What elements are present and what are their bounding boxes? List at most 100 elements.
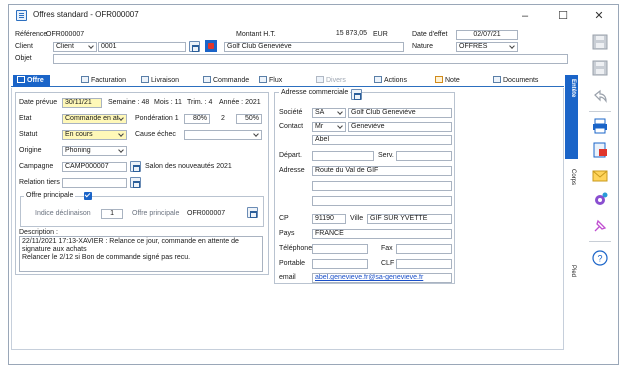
societe-field[interactable]: Golf Club Geneviève [348,108,452,118]
origine-select[interactable]: Phoning [62,146,127,156]
date-effet-label: Date d'effet [412,31,448,38]
tab-note[interactable]: Note [435,75,460,87]
depart-label: Départ. [279,152,302,159]
offre-principale-button[interactable] [247,207,258,218]
side-tab-corps-label: Corps [570,169,576,186]
preview-icon[interactable] [591,141,609,159]
ponderation2-field[interactable]: 50% [236,114,262,124]
close-button[interactable]: ✕ [583,7,615,25]
tab-commande[interactable]: Commande [203,75,249,87]
depart-field[interactable] [312,151,374,161]
clf-label: CLF [381,260,395,267]
serv-field[interactable] [396,151,452,161]
print-icon[interactable] [591,117,609,135]
side-tab-corps[interactable]: Corps [565,169,578,209]
statut-select[interactable]: En cours [62,130,127,140]
societe-type-select[interactable]: SA [312,108,346,118]
cause-echec-select[interactable] [184,130,262,140]
telephone-field[interactable] [312,244,368,254]
offre-panel: Date prévue 30/11/21 Semaine : 48 Mois :… [15,92,269,275]
offre-principale-label: Offre principale [132,210,180,217]
description-textarea[interactable]: 22/11/2021 17:13-XAVIER : Relance ce jou… [19,236,263,272]
offre-principale-checkbox[interactable] [84,192,92,200]
contact-firstname-field[interactable]: Abel [312,135,452,145]
client-name-field[interactable]: Golf Club Geneviève [224,42,404,52]
toolbar-separator-2 [589,241,611,242]
cause-echec-label: Cause échec [135,131,176,138]
ville-field[interactable]: GIF SUR YVETTE [367,214,452,224]
side-tabs: Entête Corps Pied [565,75,578,352]
ponderation-index: 2 [221,115,225,122]
save-copy-icon[interactable] [591,59,609,77]
mois-text: Mois : 11 [154,99,182,106]
tab-divers[interactable]: Divers [316,75,346,87]
tab-livraison-label: Livraison [151,77,180,84]
relation-tiers-label: Relation tiers [19,179,60,186]
client-card-icon[interactable] [205,40,217,52]
campagne-search-button[interactable] [130,161,141,172]
nature-label: Nature [412,43,434,50]
ponderation1-field[interactable]: 80% [184,114,210,124]
offer-window: Offres standard - OFR000007 – ☐ ✕ Référe… [8,4,619,365]
relation-tiers-field[interactable] [62,178,127,188]
indice-stepper[interactable]: 1 [101,209,123,219]
side-tab-entete[interactable]: Entête [565,75,578,159]
tab-actions[interactable]: Actions [374,75,407,87]
tab-offre[interactable]: Offre [13,75,50,87]
pays-field[interactable]: FRANCE [312,229,452,239]
undo-icon[interactable] [591,87,609,105]
ponderation-label: Pondération 1 [135,115,179,122]
contact-civility-select[interactable]: Mr [312,122,346,132]
objet-label: Objet [15,55,32,62]
etat-select[interactable]: Commande en at [62,114,127,124]
save-icon[interactable] [591,33,609,51]
currency-label: EUR [373,31,388,38]
objet-field[interactable] [53,54,568,64]
client-type-select[interactable]: Client [53,42,97,52]
settings-icon[interactable] [591,191,609,209]
tab-flux-label: Flux [269,77,283,84]
indice-label: Indice déclinaison [35,210,91,217]
adresse-line3-field[interactable] [312,196,452,206]
ville-label: Ville [350,215,364,222]
minimize-button[interactable]: – [509,7,541,25]
client-code-field[interactable]: 0001 [98,42,186,52]
tab-documents[interactable]: Documents [493,75,538,87]
cp-field[interactable]: 91190 [312,214,346,224]
annee-text: Année : 2021 [219,99,261,106]
societe-label: Société [279,109,303,116]
campagne-label: Campagne [19,163,54,170]
adresse-lookup-button[interactable] [351,89,362,100]
client-search-button[interactable] [189,41,200,52]
date-prevue-field[interactable]: 30/11/21 [62,98,102,108]
email-icon[interactable] [591,167,609,185]
email-label: email [279,274,296,281]
contact-name-field[interactable]: Geneviève [348,122,452,132]
tab-flux[interactable]: Flux [259,75,282,87]
adresse-line2-field[interactable] [312,181,452,191]
clf-field[interactable] [396,259,452,269]
maximize-button[interactable]: ☐ [547,7,579,25]
tab-bar: Offre Facturation Livraison Commande Flu… [11,75,564,87]
email-link[interactable]: abel.genevieve.fr@sa-genevieve.fr [312,273,452,283]
pin-icon[interactable] [591,217,609,235]
date-effet-field[interactable]: 02/07/21 [456,30,518,40]
campagne-field[interactable]: CAMP000007 [62,162,127,172]
relation-search-button[interactable] [130,177,141,188]
portable-field[interactable] [312,259,368,269]
fax-field[interactable] [396,244,452,254]
adresse-panel: Adresse commerciale Société SA Golf Club… [274,89,455,284]
origine-label: Origine [19,147,42,154]
help-icon[interactable]: ? [591,249,609,267]
tab-facturation[interactable]: Facturation [81,75,126,87]
note-icon [435,76,443,83]
semaine-text: Semaine : 48 [108,99,150,106]
adresse-label: Adresse [279,167,305,174]
side-tab-pied[interactable]: Pied [565,265,578,305]
tab-livraison[interactable]: Livraison [141,75,179,87]
campagne-name: Salon des nouveautés 2021 [145,163,232,170]
nature-select[interactable]: OFFRES [456,42,518,52]
adresse-line1-field[interactable]: Route du Val de GIF [312,166,452,176]
fax-label: Fax [381,245,393,252]
reference-value: OFR000007 [46,31,85,38]
